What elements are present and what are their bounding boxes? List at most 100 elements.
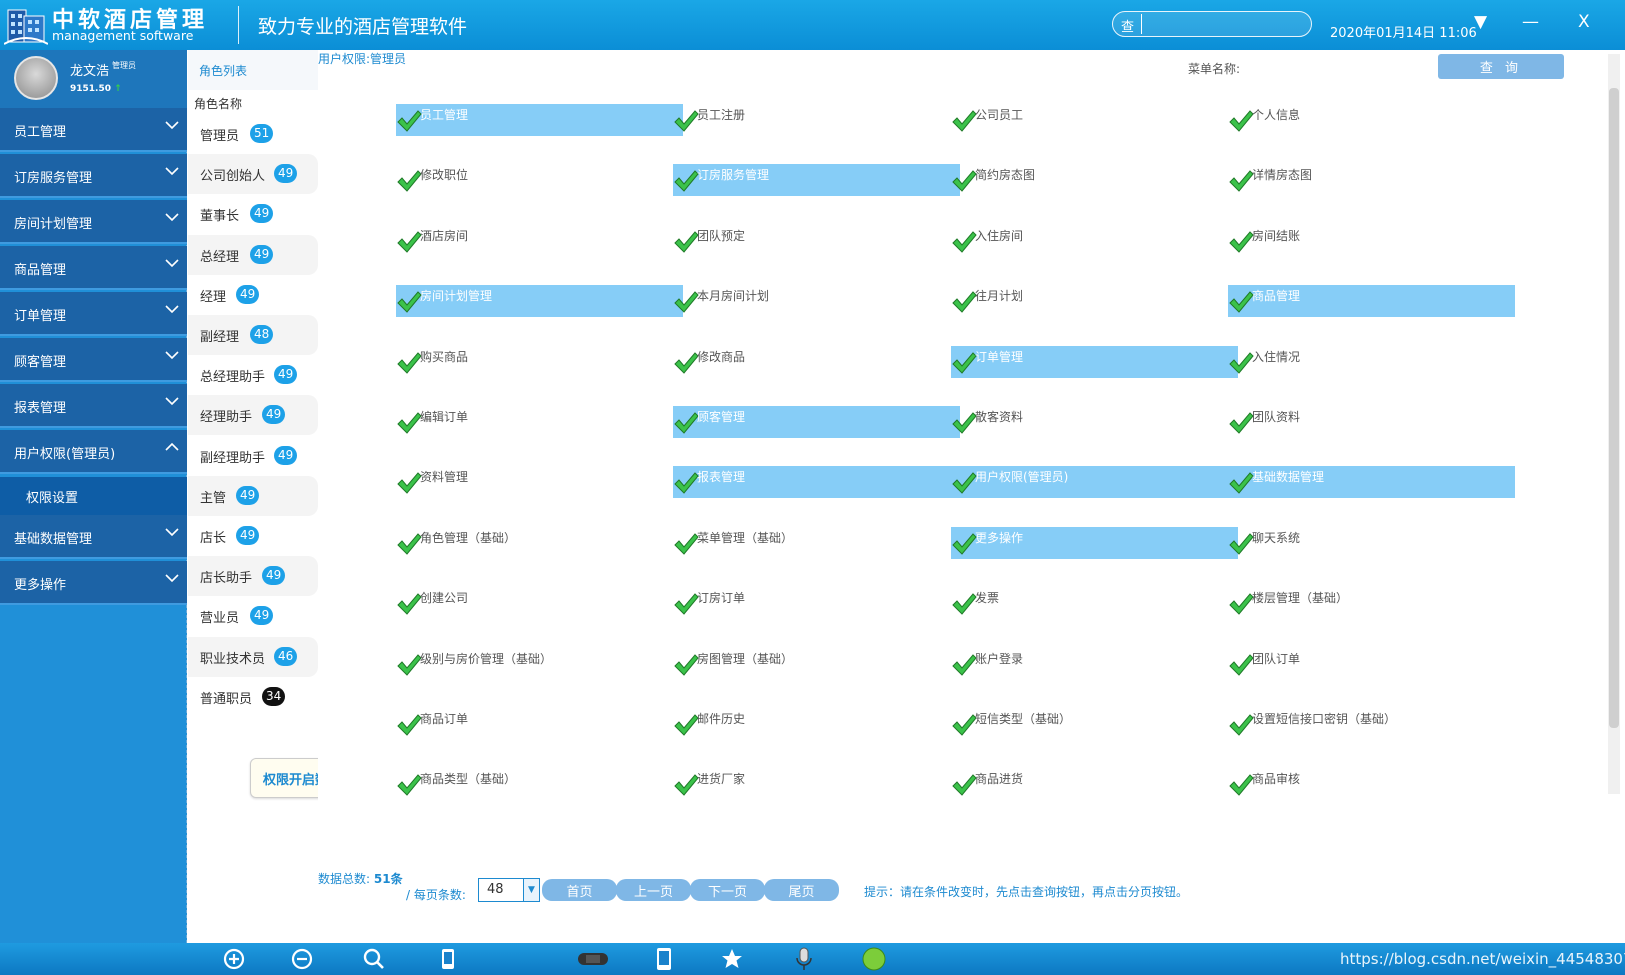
role-item[interactable]: 经理助手 49 [188, 395, 318, 436]
checkmark-icon[interactable] [673, 229, 699, 255]
next-page-button[interactable]: 下一页 [690, 879, 765, 901]
sidebar-item-4[interactable]: 商品管理 [0, 246, 187, 290]
sidebar-item-10[interactable]: 更多操作 [0, 561, 187, 605]
checkmark-icon[interactable] [951, 410, 977, 436]
permission-item[interactable]: 商品订单 [396, 708, 683, 740]
sidebar-item-2[interactable]: 订房服务管理 [0, 154, 187, 198]
permission-item[interactable]: 发票 [951, 587, 1238, 619]
permission-item[interactable]: 聊天系统 [1228, 527, 1515, 559]
role-item[interactable]: 营业员 49 [188, 596, 318, 636]
checkmark-icon[interactable] [673, 591, 699, 617]
permission-item[interactable]: 修改商品 [673, 346, 960, 378]
scrollbar-thumb[interactable] [1609, 88, 1619, 728]
role-item[interactable]: 店长助手 49 [188, 556, 318, 597]
checkmark-icon[interactable] [951, 168, 977, 194]
globe-icon[interactable] [862, 947, 886, 971]
sidebar-item-8[interactable]: 用户权限(管理员) [0, 430, 187, 474]
permission-item[interactable]: 入住房间 [951, 225, 1238, 257]
sidebar-item-3[interactable]: 房间计划管理 [0, 200, 187, 244]
permission-item[interactable]: 商品进货 [951, 768, 1238, 800]
role-item[interactable]: 主管 49 [188, 475, 318, 516]
permission-item[interactable]: 邮件历史 [673, 708, 960, 740]
checkmark-icon[interactable] [1228, 772, 1254, 798]
role-item[interactable]: 副经理助手 49 [188, 436, 318, 476]
game-console-icon[interactable] [576, 947, 610, 971]
checkmark-icon[interactable] [396, 168, 422, 194]
checkmark-icon[interactable] [951, 712, 977, 738]
sidebar-item-9[interactable]: 基础数据管理 [0, 515, 187, 559]
permission-item[interactable]: 更多操作 [951, 526, 1238, 559]
checkmark-icon[interactable] [1228, 168, 1254, 194]
permission-item[interactable]: 用户权限(管理员) [951, 466, 1238, 499]
role-item[interactable]: 总经理 49 [188, 234, 318, 275]
avatar[interactable] [14, 56, 58, 100]
permission-item[interactable]: 个人信息 [1228, 104, 1515, 136]
role-item[interactable]: 总经理助手 49 [188, 355, 318, 395]
checkmark-icon[interactable] [1228, 712, 1254, 738]
checkmark-icon[interactable] [396, 712, 422, 738]
permission-item[interactable]: 顾客管理 [673, 406, 960, 438]
permission-item[interactable]: 员工注册 [673, 104, 960, 136]
permission-item[interactable]: 公司员工 [951, 104, 1238, 136]
permission-item[interactable]: 创建公司 [396, 587, 683, 619]
permission-item[interactable]: 进货厂家 [673, 768, 960, 800]
checkmark-icon[interactable] [396, 108, 422, 134]
checkmark-icon[interactable] [396, 470, 422, 496]
checkmark-icon[interactable] [673, 289, 699, 315]
permission-item[interactable]: 商品类型（基础） [396, 768, 683, 800]
permission-item[interactable]: 购买商品 [396, 346, 683, 378]
star-icon[interactable] [720, 947, 744, 971]
role-item[interactable]: 副经理 48 [188, 315, 318, 355]
permission-item[interactable]: 团队资料 [1228, 406, 1515, 438]
close-button[interactable]: X [1578, 12, 1590, 32]
checkmark-icon[interactable] [1228, 591, 1254, 617]
permission-item[interactable]: 账户登录 [951, 648, 1238, 680]
search-input[interactable] [1141, 14, 1306, 34]
checkmark-icon[interactable] [951, 289, 977, 315]
permission-item[interactable]: 短信类型（基础） [951, 708, 1238, 740]
checkmark-icon[interactable] [951, 591, 977, 617]
search-button[interactable]: 查 [1121, 16, 1134, 35]
permission-item[interactable]: 楼层管理（基础） [1228, 587, 1515, 619]
zoom-out-icon[interactable] [290, 947, 314, 971]
menu-dropdown-button[interactable]: ▼ [1474, 12, 1487, 32]
permission-item[interactable]: 团队预定 [673, 225, 960, 257]
permission-item[interactable]: 散客资料 [951, 406, 1238, 438]
checkmark-icon[interactable] [1228, 350, 1254, 376]
checkmark-icon[interactable] [951, 229, 977, 255]
permission-item[interactable]: 房间计划管理 [396, 285, 683, 318]
permission-item[interactable]: 报表管理 [673, 466, 960, 499]
chevron-down-icon[interactable]: ▼ [523, 879, 539, 901]
role-item[interactable]: 普通职员 34 [188, 677, 318, 717]
permission-item[interactable]: 房间结账 [1228, 225, 1515, 257]
permission-item[interactable]: 角色管理（基础） [396, 527, 683, 559]
checkmark-icon[interactable] [951, 350, 977, 376]
permission-item[interactable]: 商品管理 [1228, 285, 1515, 318]
role-item[interactable]: 店长 49 [188, 516, 318, 556]
checkmark-icon[interactable] [396, 229, 422, 255]
sidebar-subitem-permission-settings[interactable]: 权限设置 [0, 477, 187, 515]
permission-item[interactable]: 商品审核 [1228, 768, 1515, 800]
checkmark-icon[interactable] [673, 168, 699, 194]
checkmark-icon[interactable] [396, 410, 422, 436]
checkmark-icon[interactable] [1228, 652, 1254, 678]
checkmark-icon[interactable] [1228, 410, 1254, 436]
search-icon[interactable] [362, 947, 386, 971]
page-size-select[interactable]: 48 ▼ [478, 878, 540, 902]
permission-item[interactable]: 修改职位 [396, 164, 683, 196]
checkmark-icon[interactable] [673, 350, 699, 376]
checkmark-icon[interactable] [673, 470, 699, 496]
role-item[interactable]: 管理员 51 [188, 114, 318, 154]
role-item[interactable]: 职业技术员 46 [188, 636, 318, 677]
permission-item[interactable]: 编辑订单 [396, 406, 683, 438]
checkmark-icon[interactable] [951, 652, 977, 678]
checkmark-icon[interactable] [396, 591, 422, 617]
vertical-scrollbar[interactable] [1608, 54, 1620, 794]
checkmark-icon[interactable] [673, 531, 699, 557]
permission-item[interactable]: 简约房态图 [951, 164, 1238, 196]
checkmark-icon[interactable] [673, 652, 699, 678]
permission-item[interactable]: 员工管理 [396, 104, 683, 136]
permission-item[interactable]: 团队订单 [1228, 648, 1515, 680]
checkmark-icon[interactable] [673, 108, 699, 134]
sidebar-item-6[interactable]: 顾客管理 [0, 338, 187, 382]
